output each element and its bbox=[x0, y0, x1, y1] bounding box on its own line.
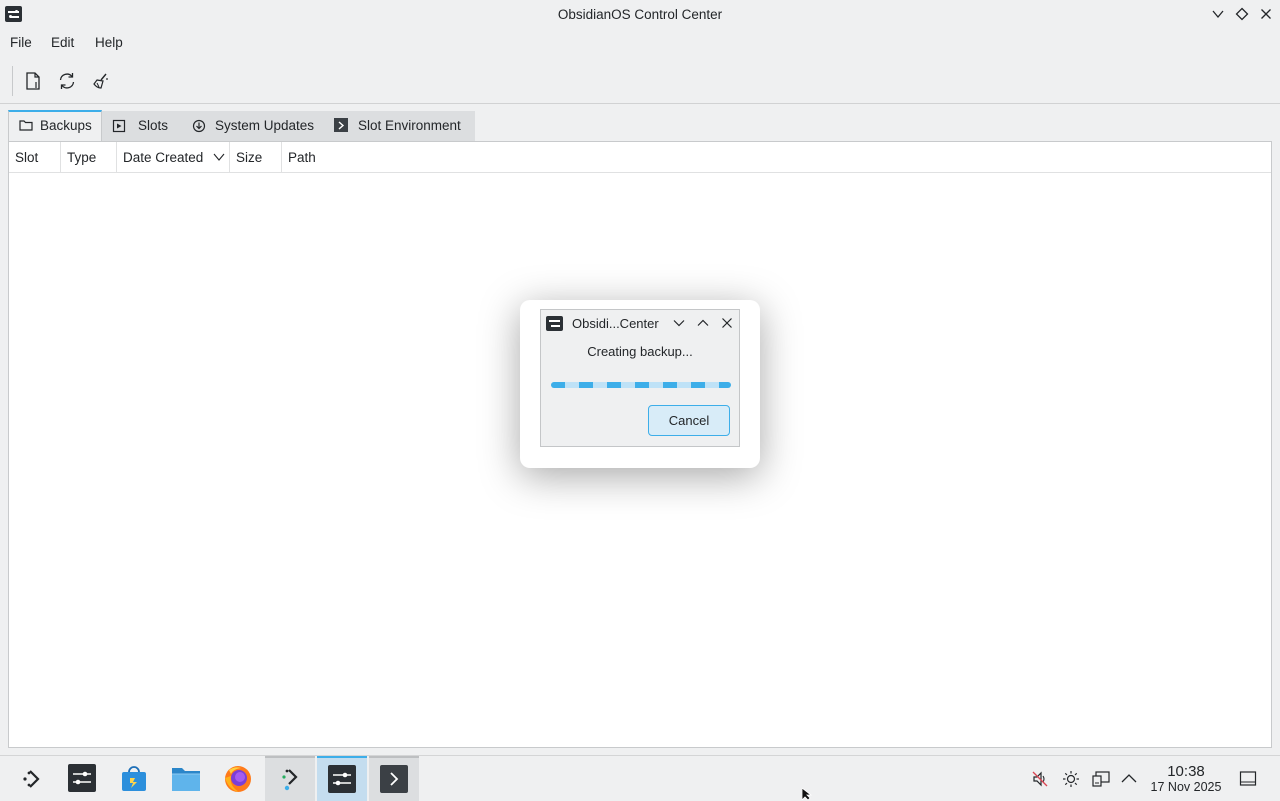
maximize-button[interactable] bbox=[1234, 6, 1250, 22]
app-launcher-button[interactable] bbox=[8, 756, 58, 801]
installer-icon bbox=[282, 769, 298, 791]
tab-system-updates[interactable]: System Updates bbox=[180, 111, 325, 141]
close-icon bbox=[1261, 9, 1271, 19]
terminal-icon bbox=[380, 765, 408, 793]
tab-label: Slot Environment bbox=[358, 118, 461, 133]
dialog-close-button[interactable] bbox=[720, 316, 734, 330]
taskbar-control-center[interactable] bbox=[57, 756, 107, 801]
dialog-message: Creating backup... bbox=[587, 344, 693, 359]
title-bar: ObsidianOS Control Center bbox=[0, 0, 1280, 29]
tab-slot-environment[interactable]: Slot Environment bbox=[325, 111, 475, 141]
refresh-button[interactable] bbox=[55, 69, 79, 93]
menu-edit[interactable]: Edit bbox=[51, 35, 74, 50]
firefox-icon bbox=[225, 766, 251, 792]
tab-label: Backups bbox=[40, 118, 92, 133]
dialog-minimize-button[interactable] bbox=[672, 316, 686, 330]
column-header-path[interactable]: Path bbox=[282, 142, 1271, 172]
clean-button[interactable] bbox=[89, 69, 113, 93]
taskbar-installer[interactable] bbox=[265, 756, 315, 801]
network-button[interactable] bbox=[1092, 770, 1110, 788]
taskbar-software-store[interactable] bbox=[109, 756, 159, 801]
progress-dialog: Obsidi...Center Creating backup... Cance… bbox=[540, 309, 740, 447]
dialog-maximize-button[interactable] bbox=[696, 316, 710, 330]
show-desktop-icon bbox=[1239, 771, 1257, 786]
tray-expand-button[interactable] bbox=[1120, 770, 1138, 788]
tab-label: Slots bbox=[138, 118, 169, 133]
toolbar-divider bbox=[0, 103, 1280, 104]
tab-label: System Updates bbox=[215, 118, 315, 133]
column-header-size[interactable]: Size bbox=[230, 142, 282, 172]
window-title: ObsidianOS Control Center bbox=[557, 7, 723, 22]
sort-descending-icon bbox=[213, 153, 225, 161]
column-header-type[interactable]: Type bbox=[61, 142, 117, 172]
brightness-icon bbox=[1063, 771, 1079, 787]
dialog-title: Obsidi...Center bbox=[572, 316, 659, 331]
tab-slots[interactable]: Slots bbox=[102, 111, 180, 141]
download-icon bbox=[192, 119, 206, 133]
taskbar bbox=[0, 755, 1280, 801]
diamond-icon bbox=[1235, 7, 1249, 21]
folder-icon bbox=[19, 120, 33, 131]
software-store-icon bbox=[122, 766, 146, 791]
terminal-icon bbox=[334, 118, 348, 132]
chevron-up-icon bbox=[697, 319, 709, 326]
clean-icon bbox=[93, 73, 108, 89]
app-launcher-icon bbox=[23, 770, 40, 788]
media-icon bbox=[112, 119, 126, 133]
menu-help[interactable]: Help bbox=[95, 35, 123, 50]
minimize-button[interactable] bbox=[1210, 6, 1226, 22]
toolbar-separator bbox=[12, 66, 13, 96]
muted-audio-icon bbox=[1032, 771, 1048, 787]
tab-backups[interactable]: Backups bbox=[8, 110, 102, 141]
chevron-down-icon bbox=[1212, 10, 1224, 19]
column-header-slot[interactable]: Slot bbox=[9, 142, 61, 172]
taskbar-terminal[interactable] bbox=[369, 756, 419, 801]
clock-date[interactable]: 17 Nov 2025 bbox=[1146, 780, 1226, 794]
tray-expand-icon bbox=[1121, 774, 1137, 783]
file-manager-icon bbox=[172, 768, 200, 791]
volume-muted-button[interactable] bbox=[1031, 770, 1049, 788]
close-icon bbox=[722, 318, 732, 328]
new-backup-button[interactable] bbox=[21, 69, 45, 93]
menu-file[interactable]: File bbox=[10, 35, 32, 50]
control-center-icon bbox=[68, 764, 96, 792]
cancel-button[interactable]: Cancel bbox=[648, 405, 730, 436]
new-document-icon bbox=[26, 72, 40, 90]
brightness-button[interactable] bbox=[1062, 770, 1080, 788]
show-desktop-button[interactable] bbox=[1239, 770, 1257, 788]
mouse-cursor-icon bbox=[802, 788, 813, 800]
clock-time[interactable]: 10:38 bbox=[1146, 763, 1226, 780]
column-header-date-created[interactable]: Date Created bbox=[117, 142, 230, 172]
close-button[interactable] bbox=[1258, 6, 1274, 22]
network-icon bbox=[1092, 771, 1110, 787]
table-header: Slot Type Date Created Size Path bbox=[9, 142, 1271, 173]
chevron-down-icon bbox=[673, 320, 685, 327]
control-center-icon bbox=[328, 765, 356, 793]
taskbar-file-manager[interactable] bbox=[161, 756, 211, 801]
taskbar-control-center-active[interactable] bbox=[317, 756, 367, 801]
refresh-icon bbox=[59, 73, 75, 89]
progress-bar bbox=[551, 382, 731, 388]
control-center-icon bbox=[546, 316, 563, 331]
taskbar-firefox[interactable] bbox=[213, 756, 263, 801]
toolbar bbox=[0, 58, 1280, 102]
